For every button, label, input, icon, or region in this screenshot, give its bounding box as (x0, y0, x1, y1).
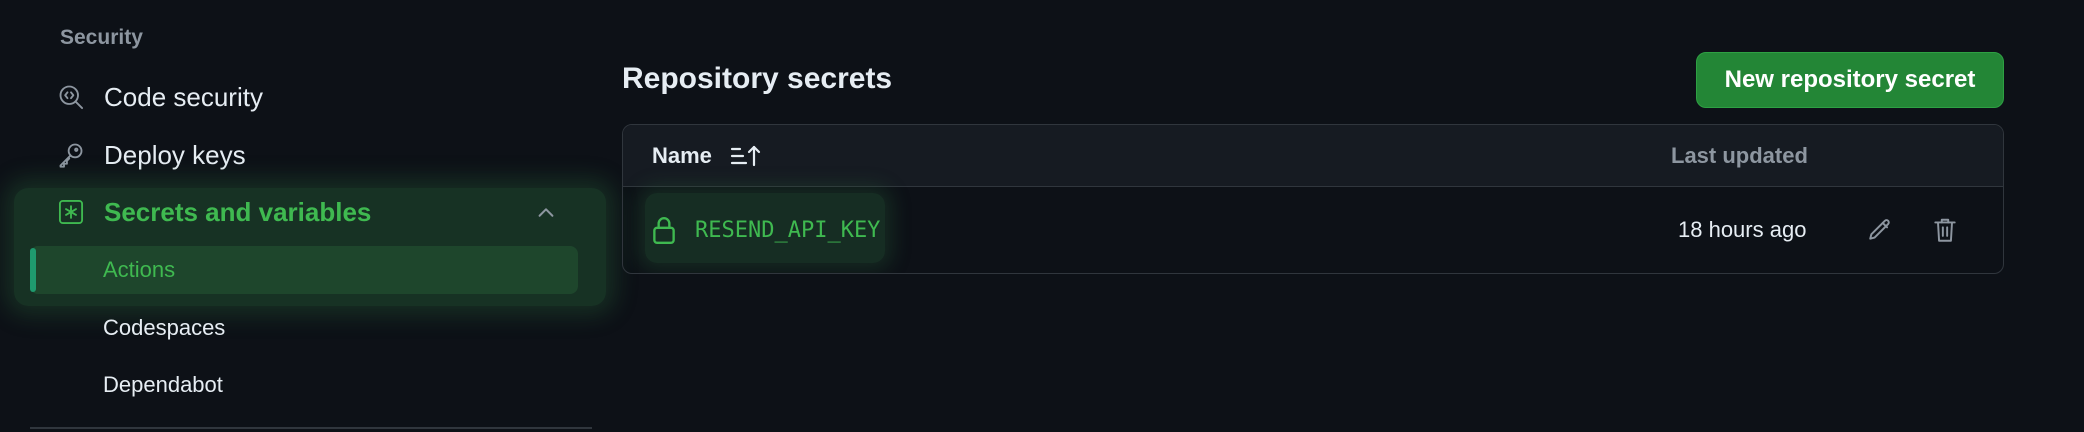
trash-icon (1932, 216, 1958, 244)
asterisk-square-icon (56, 197, 86, 227)
pencil-icon (1867, 217, 1893, 243)
column-header-label: Name (652, 143, 712, 168)
table-header: Name Last updated (623, 125, 2003, 187)
page-title: Repository secrets (622, 62, 893, 95)
column-header-last-updated: Last updated (1671, 143, 1808, 168)
sidebar-subitem-codespaces[interactable]: Codespaces (30, 304, 578, 352)
key-icon (56, 140, 86, 170)
table-row: RESEND_API_KEY 18 hours ago (623, 187, 2003, 273)
secret-name-cell: RESEND_API_KEY (651, 187, 880, 273)
chevron-up-icon[interactable] (532, 199, 560, 227)
secret-name: RESEND_API_KEY (695, 217, 881, 243)
sidebar-item-label: Code security (104, 81, 263, 112)
sidebar-section-heading: Security (60, 26, 143, 49)
sort-ascending-icon[interactable] (730, 144, 762, 168)
edit-secret-button[interactable] (1860, 210, 1900, 250)
lock-icon (651, 215, 679, 245)
sidebar-subitem-label: Dependabot (103, 372, 223, 397)
repository-secrets-settings-page: Security Code security Deploy keys Secre… (0, 0, 2084, 432)
active-indicator (30, 248, 36, 292)
delete-secret-button[interactable] (1925, 210, 1965, 250)
sidebar-item-code-security[interactable]: Code security (56, 75, 263, 119)
sidebar-item-label: Deploy keys (104, 139, 246, 170)
sidebar-item-label: Secrets and variables (104, 196, 372, 227)
sidebar-item-deploy-keys[interactable]: Deploy keys (56, 133, 246, 177)
sidebar-divider (30, 427, 592, 429)
new-repository-secret-button[interactable]: New repository secret (1696, 52, 2004, 108)
secret-last-updated: 18 hours ago (1678, 217, 1807, 242)
sidebar-subitem-label: Actions (103, 257, 176, 282)
sidebar-subitem-label: Codespaces (103, 315, 226, 340)
sidebar-subitem-dependabot[interactable]: Dependabot (30, 361, 578, 409)
column-header-name: Name (652, 125, 762, 187)
secrets-table: Name Last updated RESEND_API_KEY 18 hour… (622, 124, 2004, 274)
code-security-icon (56, 82, 86, 112)
sidebar-item-secrets-and-variables[interactable]: Secrets and variables (56, 190, 566, 234)
settings-sidebar: Security Code security Deploy keys Secre… (0, 0, 606, 432)
sidebar-subitem-actions[interactable]: Actions (30, 246, 578, 294)
